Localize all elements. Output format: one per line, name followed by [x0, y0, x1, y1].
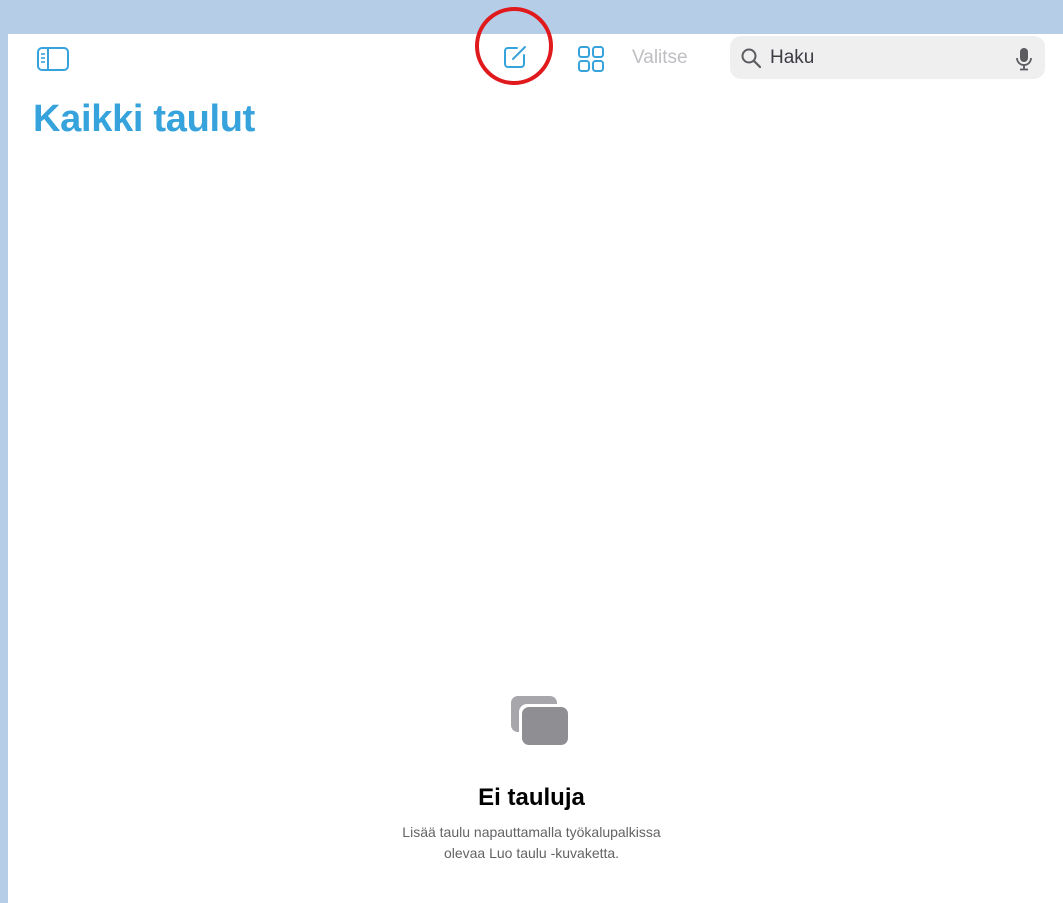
- view-toggle-button[interactable]: [576, 44, 606, 74]
- new-board-button[interactable]: [500, 42, 530, 72]
- select-button[interactable]: Valitse: [632, 47, 688, 69]
- page-title: Kaikki taulut: [33, 98, 256, 140]
- screenshot-frame-left: [0, 0, 8, 903]
- sidebar-toggle-button[interactable]: [36, 44, 70, 74]
- empty-state-title: Ei tauluja: [478, 784, 585, 811]
- search-field[interactable]: Haku: [730, 36, 1045, 79]
- screenshot-frame-top: [0, 0, 1063, 34]
- empty-state-description-line: olevaa Luo taulu -kuvaketta.: [443, 845, 620, 861]
- empty-state-description: Lisää taulu napauttamalla työkalupalkiss…: [0, 822, 1063, 864]
- magnifying-glass-icon: [741, 48, 762, 69]
- microphone-icon[interactable]: [1015, 46, 1033, 72]
- sidebar-icon: [37, 47, 69, 71]
- search-placeholder: Haku: [770, 47, 815, 68]
- boards-stack-icon: [511, 696, 569, 745]
- empty-state-description-line: Lisää taulu napauttamalla työkalupalkiss…: [402, 824, 661, 840]
- grid-icon: [578, 46, 604, 72]
- freeform-app-window: Valitse Haku Kaikki taulut Ei tauluja Li…: [8, 7, 1063, 903]
- square-and-pencil-icon: [504, 46, 526, 68]
